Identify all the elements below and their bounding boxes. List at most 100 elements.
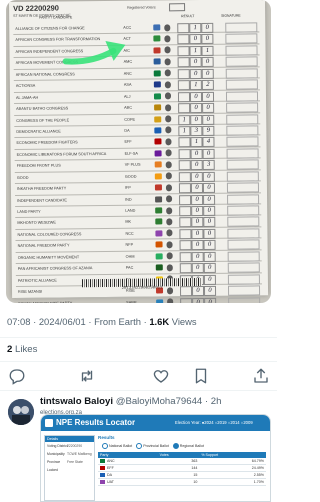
handwritten-tally <box>178 183 192 194</box>
handwritten-tally: 0 <box>203 228 216 239</box>
party-leader-photo <box>164 80 171 89</box>
handwritten-tally <box>179 194 192 205</box>
avatar-photo-icon <box>8 399 34 425</box>
post-timestamp: 07:08 · 2024/06/01 · From Earth · 1.6K V… <box>7 316 197 327</box>
handwritten-tally: 0 <box>203 251 216 262</box>
table-row: UAT 10 1.70% <box>98 478 266 486</box>
bookmark-icon[interactable] <box>192 367 210 385</box>
radio-label: Regional Ballot <box>179 443 204 448</box>
npe-results-panel: Results National Ballot Provincial Ballot… <box>98 435 266 499</box>
party-name: EFF <box>107 465 114 470</box>
likes-link[interactable]: 2 Likes <box>7 344 37 355</box>
handwritten-tally: 0 <box>201 22 214 33</box>
party-leader-photo <box>166 218 173 226</box>
handwritten-tally: 3 <box>190 125 203 137</box>
party-logo-icon <box>155 230 163 237</box>
handwritten-tally: 0 <box>191 228 204 239</box>
reply-icon[interactable] <box>8 367 26 385</box>
party-logo-icon <box>154 150 162 157</box>
ballot-type-radios: National Ballot Provincial Ballot Regional… <box>98 443 266 449</box>
party-abbreviation: IND <box>125 197 132 202</box>
party-name: ORGANIC HUMANITY MOVEMENT <box>17 255 80 260</box>
party-abbreviation: ALJ <box>123 94 131 99</box>
handwritten-tally: 0 <box>189 68 202 79</box>
party-logo-icon <box>154 161 162 168</box>
handwritten-tally: 0 <box>201 91 215 102</box>
party-logo-icon <box>100 480 105 485</box>
party-logo-icon <box>155 253 163 260</box>
handwritten-tally: 0 <box>203 274 216 285</box>
party-name: SOUTH AFRICAN RISE PARTY <box>18 300 123 303</box>
party-logo-icon <box>155 241 163 248</box>
registered-voters-box <box>169 3 186 12</box>
party-cell: EFF <box>98 464 158 472</box>
party-name: INDEPENDENT CANDIDATE <box>17 197 67 203</box>
detail-key: Province <box>47 460 61 464</box>
signature-box <box>227 239 260 251</box>
results-table: Party Votes% Support ANC 363 64.79% EFF 144 24… <box>98 452 266 486</box>
party-name: AFRICAN NATIONAL CONGRESS <box>15 72 75 77</box>
post-date: 2024/06/01 <box>38 316 86 327</box>
npe-logo-icon <box>45 419 53 427</box>
party-logo-icon <box>154 138 162 145</box>
party-logo-icon <box>153 81 161 88</box>
party-abbreviation: NCC <box>125 231 134 236</box>
party-logo-icon <box>153 35 161 42</box>
like-icon[interactable] <box>152 367 170 385</box>
radio-button[interactable] <box>102 443 108 449</box>
signature-box <box>225 56 258 68</box>
handwritten-tally: 1 <box>190 137 203 148</box>
detail-value: TCWE Mafikeng <box>67 452 92 456</box>
party-name: FREEDOM FRONT PLUS <box>16 163 61 169</box>
handwritten-tally <box>179 217 192 228</box>
repost-icon[interactable] <box>78 367 96 385</box>
handwritten-tally: 0 <box>189 57 202 68</box>
party-name: CONGRESS OF THE PEOPLE <box>16 117 70 123</box>
handwritten-tally: 0 <box>192 297 205 303</box>
share-icon[interactable] <box>252 367 270 385</box>
avatar[interactable] <box>8 399 34 425</box>
handwritten-tally <box>178 160 191 171</box>
handwritten-tally: 0 <box>190 160 203 171</box>
party-name: DEMOCRATIC ALLIANCE <box>16 129 61 134</box>
npe-screenshot[interactable]: NPE Results Locator Election Year: ●2024… <box>40 414 271 502</box>
handwritten-tally <box>179 228 192 240</box>
handwritten-tally <box>179 206 192 217</box>
party-abbreviation: ACC <box>123 25 132 30</box>
radio-button[interactable] <box>136 443 143 449</box>
party-leader-photo <box>167 298 174 303</box>
handwritten-tally <box>178 103 191 114</box>
signature-box <box>227 285 261 296</box>
handwritten-tally: 0 <box>190 148 203 159</box>
handwritten-tally <box>179 240 192 251</box>
radio-button[interactable] <box>172 443 179 449</box>
divider <box>0 337 277 338</box>
party-name: NATIONAL FREEDOM PARTY <box>17 243 70 249</box>
handwritten-tally: 0 <box>201 34 214 45</box>
reply-author-handle[interactable]: @BaloyiMoha79644 <box>116 396 203 407</box>
signature-box <box>225 22 258 33</box>
handwritten-tally <box>179 263 192 274</box>
signature-box <box>227 262 260 273</box>
party-abbreviation: SARP <box>126 300 137 303</box>
reply-time: 2h <box>210 396 222 407</box>
results-slip: VD 22200290 ST MARTIN DE PORRES CRECHE R… <box>9 0 269 303</box>
party-logo-icon <box>153 24 161 31</box>
slip-barcode: 20133422900290011 <box>81 277 202 291</box>
handwritten-tally: 0 <box>202 182 216 194</box>
reply-author-name[interactable]: tintswalo Baloyi <box>40 396 113 407</box>
party-leader-photo <box>166 252 173 260</box>
handwritten-tally: 2 <box>201 80 214 91</box>
handwritten-tally: 1 <box>189 45 202 56</box>
party-leader-photo <box>166 195 173 203</box>
party-name: ACTIONSA <box>15 83 36 89</box>
divider <box>0 361 277 362</box>
party-abbreviation: PAC <box>125 265 134 270</box>
party-name: NATIONAL COLOURED CONGRESS <box>17 232 82 237</box>
party-logo-icon <box>154 115 162 122</box>
npe-header-bar: NPE Results Locator Election Year: ●2024… <box>41 415 270 431</box>
handwritten-tally: 0 <box>202 102 215 114</box>
post-photo[interactable]: VD 22200290 ST MARTIN DE PORRES CRECHE R… <box>6 0 271 303</box>
handwritten-tally <box>177 57 190 68</box>
party-leader-photo <box>164 69 171 77</box>
